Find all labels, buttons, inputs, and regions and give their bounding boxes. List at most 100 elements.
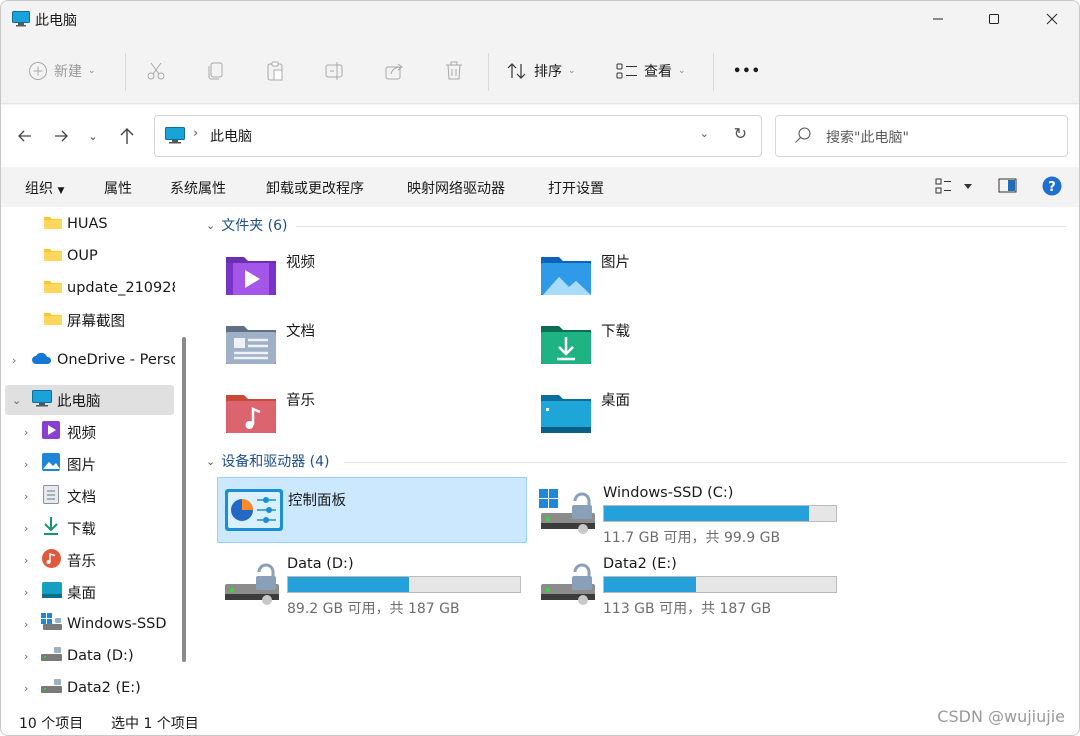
refresh-icon[interactable]: ↻ bbox=[734, 124, 747, 143]
chevron-right-icon[interactable]: › bbox=[24, 458, 28, 471]
sort-icon bbox=[507, 63, 526, 79]
organize-button[interactable]: 组织 ▼ bbox=[25, 178, 64, 198]
help-button[interactable]: ? bbox=[1042, 176, 1062, 200]
chevron-right-icon[interactable]: › bbox=[24, 650, 28, 663]
scissors-icon bbox=[147, 62, 165, 80]
document-icon bbox=[43, 484, 59, 508]
view-button[interactable]: 查看 ⌄ bbox=[616, 53, 686, 89]
sidebar-item-downloads[interactable]: › 下载 bbox=[1, 513, 175, 543]
properties-button[interactable]: 属性 bbox=[104, 178, 132, 198]
chevron-down-icon[interactable]: ⌄ bbox=[12, 394, 21, 407]
sidebar-item-huas[interactable]: HUAS bbox=[1, 209, 175, 239]
folder-item-downloads[interactable]: 下载 bbox=[539, 316, 839, 376]
minimize-icon bbox=[933, 18, 943, 20]
sort-button[interactable]: 排序 ⌄ bbox=[506, 53, 576, 89]
sidebar-item-windows-ssd[interactable]: › Windows-SSD bbox=[1, 609, 175, 639]
desktop-icon bbox=[42, 582, 62, 602]
sidebar-item-onedrive[interactable]: › OneDrive - Personal bbox=[1, 345, 175, 375]
hard-drive-icon bbox=[539, 560, 601, 610]
sidebar-scrollbar[interactable] bbox=[175, 207, 196, 707]
chevron-down-icon: ⌄ bbox=[88, 129, 98, 143]
sidebar-item-data2-e[interactable]: › Data2 (E:) bbox=[1, 673, 175, 703]
chevron-down-icon: ⌄ bbox=[88, 66, 96, 76]
rename-button[interactable] bbox=[324, 53, 346, 89]
paste-button[interactable] bbox=[265, 53, 285, 89]
music-icon bbox=[42, 548, 61, 572]
breadcrumb[interactable]: 此电脑 bbox=[210, 126, 252, 146]
divider bbox=[296, 226, 1066, 227]
pictures-icon bbox=[42, 453, 60, 475]
chevron-right-icon[interactable]: › bbox=[24, 426, 28, 439]
recent-locations-button[interactable]: ⌄ bbox=[79, 122, 107, 150]
scrollbar-thumb[interactable] bbox=[182, 337, 186, 662]
drive-item-e[interactable]: Data2 (E:) 113 GB 可用，共 187 GB bbox=[533, 552, 843, 617]
folder-item-documents[interactable]: 文档 bbox=[224, 316, 524, 376]
back-button[interactable] bbox=[11, 122, 39, 150]
delete-button[interactable] bbox=[444, 53, 464, 89]
onedrive-cloud-icon bbox=[31, 351, 53, 369]
share-button[interactable] bbox=[384, 53, 404, 89]
close-button[interactable] bbox=[1029, 1, 1075, 37]
chevron-right-icon[interactable]: › bbox=[12, 354, 16, 367]
folder-item-videos[interactable]: 视频 bbox=[224, 247, 524, 307]
drive-item-control-panel[interactable]: 控制面板 bbox=[217, 477, 527, 543]
system-properties-button[interactable]: 系统属性 bbox=[170, 178, 226, 198]
map-network-drive-button[interactable]: 映射网络驱动器 bbox=[407, 178, 505, 198]
folder-icon bbox=[43, 310, 63, 330]
video-icon bbox=[42, 421, 60, 443]
sidebar-item-videos[interactable]: › 视频 bbox=[1, 417, 175, 447]
minimize-button[interactable] bbox=[915, 1, 961, 37]
chevron-right-icon[interactable]: › bbox=[24, 682, 28, 695]
new-button[interactable]: 新建 ⌄ bbox=[28, 53, 96, 89]
folder-item-music[interactable]: 音乐 bbox=[224, 385, 524, 445]
video-folder-icon bbox=[224, 251, 278, 301]
status-bar: 10 个项目 选中 1 个项目 bbox=[1, 707, 1079, 735]
chevron-right-icon[interactable]: › bbox=[24, 490, 28, 503]
preview-pane-button[interactable] bbox=[998, 177, 1018, 199]
sidebar-item-update[interactable]: update_210928 bbox=[1, 273, 175, 303]
drive-usage-fill bbox=[288, 577, 410, 592]
chevron-right-icon[interactable]: › bbox=[24, 554, 28, 567]
sidebar-item-music[interactable]: › 音乐 bbox=[1, 545, 175, 575]
uninstall-program-button[interactable]: 卸载或更改程序 bbox=[266, 178, 364, 198]
copy-button[interactable] bbox=[206, 53, 226, 89]
more-options-button[interactable]: ••• bbox=[733, 53, 761, 89]
up-button[interactable] bbox=[113, 122, 141, 150]
divider bbox=[344, 462, 1066, 463]
address-bar[interactable]: › 此电脑 ⌄ ↻ bbox=[154, 115, 762, 157]
this-pc-icon bbox=[32, 389, 52, 411]
chevron-down-icon: ⌄ bbox=[678, 66, 686, 76]
sidebar-item-screenshots[interactable]: 屏幕截图 bbox=[1, 305, 175, 335]
chevron-right-icon[interactable]: › bbox=[24, 586, 28, 599]
window-title: 此电脑 bbox=[35, 13, 77, 29]
group-header-folders[interactable]: ⌄ 文件夹 (6) bbox=[206, 215, 288, 235]
sidebar-item-documents[interactable]: › 文档 bbox=[1, 481, 175, 511]
folder-name: 视频 bbox=[286, 255, 315, 271]
sidebar-item-data-d[interactable]: › Data (D:) bbox=[1, 641, 175, 671]
sidebar-item-this-pc[interactable]: ⌄ 此电脑 bbox=[5, 385, 174, 415]
drive-item-c[interactable]: Windows-SSD (C:) 11.7 GB 可用，共 99.9 GB bbox=[533, 481, 843, 546]
folder-item-pictures[interactable]: 图片 bbox=[539, 247, 839, 307]
sidebar-item-desktop[interactable]: › 桌面 bbox=[1, 577, 175, 607]
sidebar-item-label: 此电脑 bbox=[57, 393, 101, 410]
drive-usage-bar bbox=[603, 576, 837, 593]
folder-name: 下载 bbox=[601, 324, 630, 340]
content-pane: ⌄ 文件夹 (6) 视频 图片 文档 下载 音乐 桌面 ⌄ 设备和驱动器 (4)… bbox=[196, 207, 1079, 707]
address-dropdown-icon[interactable]: ⌄ bbox=[700, 127, 709, 140]
drive-item-d[interactable]: Data (D:) 89.2 GB 可用，共 187 GB bbox=[217, 552, 527, 617]
cut-button[interactable] bbox=[146, 53, 166, 89]
view-options-button[interactable] bbox=[935, 177, 975, 199]
folder-item-desktop[interactable]: 桌面 bbox=[539, 385, 839, 445]
chevron-right-icon[interactable]: › bbox=[24, 618, 28, 631]
search-box[interactable]: 搜索"此电脑" bbox=[775, 115, 1068, 157]
open-settings-button[interactable]: 打开设置 bbox=[548, 178, 604, 198]
desktop-folder-icon bbox=[539, 389, 593, 439]
chevron-right-icon[interactable]: › bbox=[24, 522, 28, 535]
forward-button[interactable] bbox=[47, 122, 75, 150]
this-pc-icon bbox=[165, 127, 185, 149]
group-header-drives[interactable]: ⌄ 设备和驱动器 (4) bbox=[206, 451, 330, 471]
sidebar-item-pictures[interactable]: › 图片 bbox=[1, 449, 175, 479]
sidebar-item-oup[interactable]: OUP bbox=[1, 241, 175, 271]
pictures-folder-icon bbox=[539, 251, 593, 301]
maximize-button[interactable] bbox=[971, 1, 1017, 37]
